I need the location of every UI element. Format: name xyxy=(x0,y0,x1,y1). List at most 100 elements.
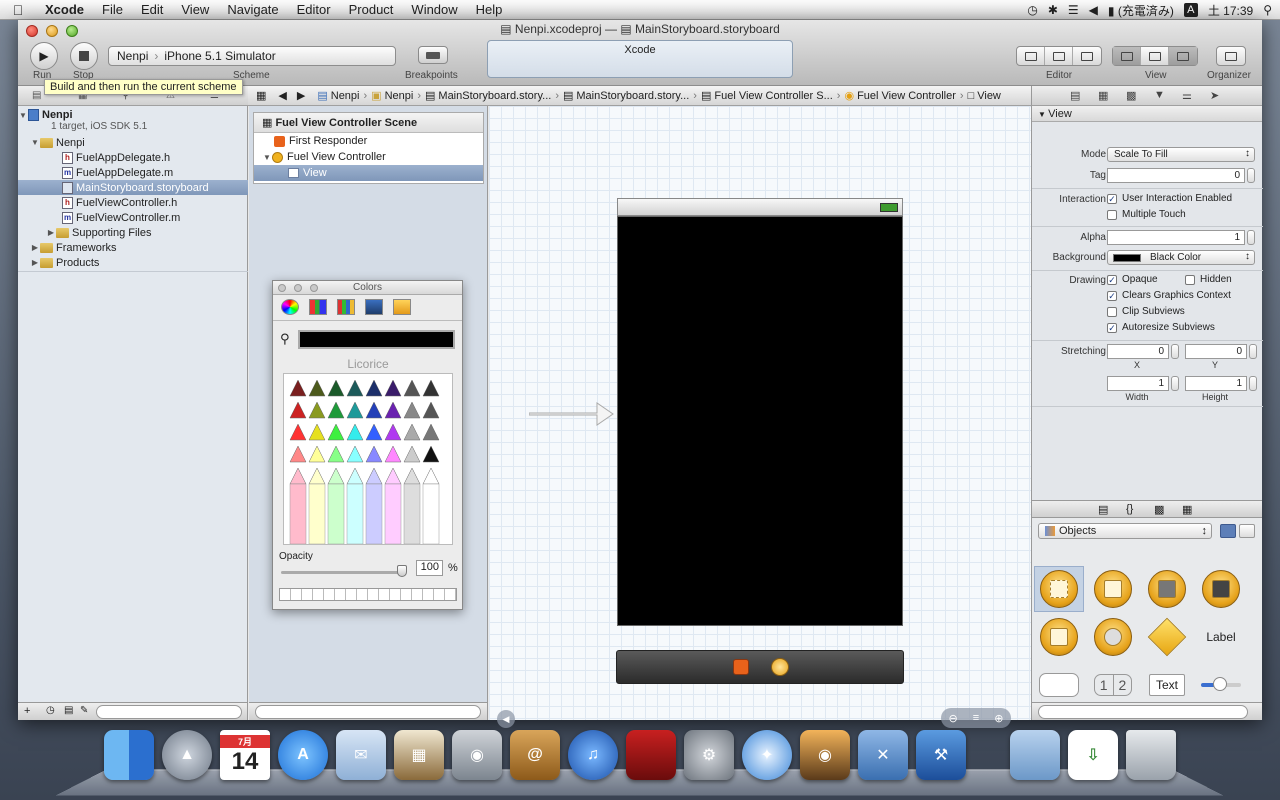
library-view-controller[interactable] xyxy=(1034,566,1084,612)
stretch-y-stepper[interactable] xyxy=(1249,344,1257,359)
opacity-slider-knob[interactable] xyxy=(397,565,407,577)
crayon-tip[interactable] xyxy=(308,445,326,463)
crayon-tip[interactable] xyxy=(308,467,326,485)
menu-view[interactable]: View xyxy=(172,2,218,17)
crayon-tip[interactable] xyxy=(327,423,345,441)
color-well[interactable] xyxy=(1113,254,1141,262)
add-icon[interactable]: + xyxy=(24,705,30,717)
launchpad-icon[interactable]: ▲ xyxy=(162,730,212,780)
crayon-tip[interactable] xyxy=(346,445,364,463)
menu-file[interactable]: File xyxy=(93,2,132,17)
identity-inspector-icon[interactable]: ▩ xyxy=(1126,89,1136,102)
group-frameworks[interactable]: ▶ Frameworks xyxy=(18,240,248,255)
breadcrumb-view[interactable]: □ View xyxy=(968,90,1001,102)
group-products[interactable]: ▶ Products xyxy=(18,255,248,270)
library-page-view-controller[interactable] xyxy=(1034,614,1084,660)
mail-icon[interactable]: ✉ xyxy=(336,730,386,780)
panel-minimize-button[interactable] xyxy=(294,284,302,292)
crayon-tip[interactable] xyxy=(365,467,383,485)
crayon-body[interactable] xyxy=(403,483,421,544)
view-controller-view[interactable] xyxy=(617,216,903,626)
file-row[interactable]: m FuelAppDelegate.m xyxy=(18,165,248,180)
crayon-tip[interactable] xyxy=(346,401,364,419)
disclosure-open-icon[interactable]: ▼ xyxy=(30,138,40,147)
crayon-box[interactable] xyxy=(283,373,453,545)
crayon-tip[interactable] xyxy=(403,423,421,441)
crayons-icon[interactable] xyxy=(393,299,411,315)
organizer-button[interactable] xyxy=(1216,46,1246,66)
autoresize-checkbox[interactable]: ✓ xyxy=(1107,323,1117,333)
crayon-tip[interactable] xyxy=(327,445,345,463)
library-glkit-view-controller[interactable] xyxy=(1088,614,1138,660)
crayon-tip[interactable] xyxy=(289,423,307,441)
crayon-tip[interactable] xyxy=(327,379,345,397)
photo-icon[interactable]: ▦ xyxy=(394,730,444,780)
crayon-body[interactable] xyxy=(384,483,402,544)
menu-product[interactable]: Product xyxy=(340,2,403,17)
scene-header[interactable]: ▦ Fuel View Controller Scene xyxy=(254,113,483,133)
current-color-swatch[interactable] xyxy=(298,330,455,349)
crayon-body[interactable] xyxy=(365,483,383,544)
menu-navigate[interactable]: Navigate xyxy=(218,2,287,17)
multiple-touch-checkbox[interactable] xyxy=(1107,210,1117,220)
menu-clock[interactable]: 土 17:39 xyxy=(1208,2,1253,19)
clears-context-checkbox[interactable]: ✓ xyxy=(1107,291,1117,301)
outline-first-responder[interactable]: First Responder xyxy=(254,133,483,149)
code-snippet-icon[interactable]: {} xyxy=(1126,503,1133,515)
battery-status[interactable]: ▮ (充電済み) xyxy=(1108,2,1174,19)
itunes-icon[interactable]: ♫ xyxy=(568,730,618,780)
document-icon[interactable]: ⇩ xyxy=(1068,730,1118,780)
crayon-tip[interactable] xyxy=(327,401,345,419)
scheme-popup[interactable]: Nenpi › iPhone 5.1 Simulator xyxy=(108,46,396,66)
crayon-tip[interactable] xyxy=(403,445,421,463)
crayon-tip[interactable] xyxy=(346,467,364,485)
edited-filter-icon[interactable]: ✎ xyxy=(80,705,88,716)
outline-filter-field[interactable] xyxy=(255,705,481,719)
crayon-tip[interactable] xyxy=(308,379,326,397)
instruments-icon[interactable]: ⚒ xyxy=(916,730,966,780)
crayon-tip[interactable] xyxy=(346,379,364,397)
library-round-rect-button[interactable] xyxy=(1034,662,1084,702)
crayon-body[interactable] xyxy=(327,483,345,544)
crayon-body[interactable] xyxy=(346,483,364,544)
hidden-checkbox[interactable] xyxy=(1185,275,1195,285)
run-button[interactable]: ▶ xyxy=(30,42,58,70)
crayon-tip[interactable] xyxy=(422,423,440,441)
crayon-tip[interactable] xyxy=(346,423,364,441)
view-controller-icon[interactable] xyxy=(771,658,789,676)
media-library-icon[interactable]: ▦ xyxy=(1182,503,1192,516)
storyboard-canvas[interactable]: ◀ ⊖ ≡ ⊕ xyxy=(489,106,1031,728)
safari-icon[interactable]: ✦ xyxy=(742,730,792,780)
crayon-tip[interactable] xyxy=(289,467,307,485)
navigator-toggle-icon[interactable] xyxy=(1113,47,1141,65)
crayon-tip[interactable] xyxy=(422,379,440,397)
opacity-field[interactable]: 100 xyxy=(416,560,443,576)
object-library-icon[interactable]: ▩ xyxy=(1154,503,1164,516)
crayon-tip[interactable] xyxy=(384,423,402,441)
stretch-x-stepper[interactable] xyxy=(1171,344,1179,359)
library-tab-bar-controller[interactable] xyxy=(1196,566,1246,612)
breadcrumb-scene[interactable]: ▤ Fuel View Controller S... xyxy=(701,89,833,103)
wifi-icon[interactable]: ☰ xyxy=(1068,3,1079,17)
stretch-height-field[interactable]: 1 xyxy=(1185,376,1247,391)
panel-close-button[interactable] xyxy=(278,284,286,292)
outline-view-controller[interactable]: ▼ Fuel View Controller xyxy=(254,149,483,165)
crayon-tip[interactable] xyxy=(289,445,307,463)
view-control[interactable] xyxy=(1112,46,1198,66)
disclosure-closed-icon[interactable]: ▶ xyxy=(46,228,56,237)
menu-window[interactable]: Window xyxy=(402,2,466,17)
crayon-tip[interactable] xyxy=(365,423,383,441)
stop-button[interactable] xyxy=(70,42,98,70)
crayon-body[interactable] xyxy=(308,483,326,544)
version-editor-icon[interactable] xyxy=(1073,47,1101,65)
back-arrow-icon[interactable]: ◀ xyxy=(278,89,286,102)
scm-filter-icon[interactable]: ▤ xyxy=(64,705,73,716)
spotlight-icon[interactable]: ⚲ xyxy=(1263,3,1272,17)
file-row-selected[interactable]: MainStoryboard.storyboard xyxy=(18,180,248,195)
file-inspector-icon[interactable]: ▤ xyxy=(1070,89,1080,102)
crayon-tip[interactable] xyxy=(384,379,402,397)
library-slider[interactable] xyxy=(1196,662,1246,702)
crayon-tip[interactable] xyxy=(403,379,421,397)
debug-area-toggle-icon[interactable] xyxy=(1141,47,1169,65)
alpha-field[interactable]: 1 xyxy=(1107,230,1245,245)
